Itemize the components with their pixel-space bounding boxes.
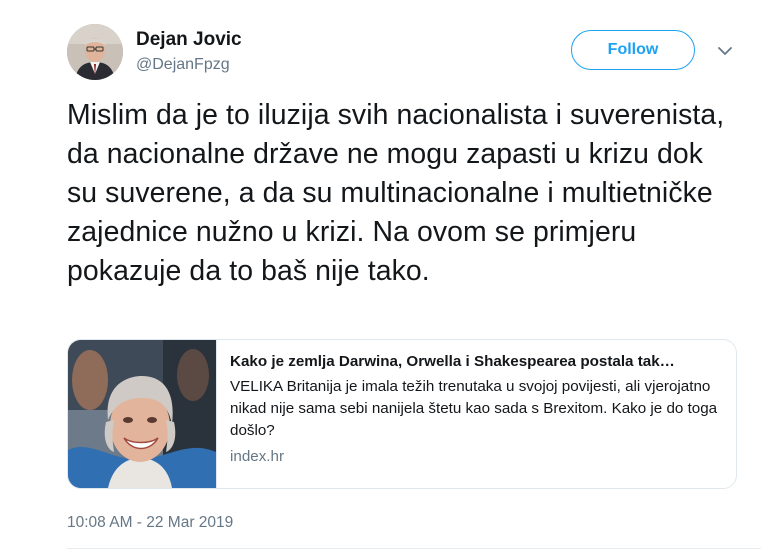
card-title[interactable]: Kako je zemlja Darwina, Orwella i Shakes… <box>230 351 722 373</box>
follow-button[interactable]: Follow <box>571 30 695 70</box>
card-image <box>68 340 217 488</box>
more-options-button[interactable] <box>712 38 738 64</box>
avatar-image <box>67 24 123 80</box>
author-name[interactable]: Dejan Jovic <box>136 28 242 52</box>
author-handle[interactable]: @DejanFpzg <box>136 55 230 75</box>
avatar[interactable] <box>67 24 123 80</box>
card-description: VELIKA Britanija je imala težih trenutak… <box>230 378 718 439</box>
link-card[interactable]: Kako je zemlja Darwina, Orwella i Shakes… <box>67 339 737 489</box>
chevron-down-icon <box>718 46 732 55</box>
tweet: Dejan Jovic @DejanFpzg Follow Mislim da … <box>0 0 761 560</box>
card-body: Kako je zemlja Darwina, Orwella i Shakes… <box>230 351 722 467</box>
tweet-timestamp[interactable]: 10:08 AM - 22 Mar 2019 <box>67 512 233 534</box>
divider <box>67 548 761 549</box>
tweet-text: Mislim da je to iluzija svih nacionalist… <box>67 99 725 287</box>
card-domain: index.hr <box>230 448 285 465</box>
